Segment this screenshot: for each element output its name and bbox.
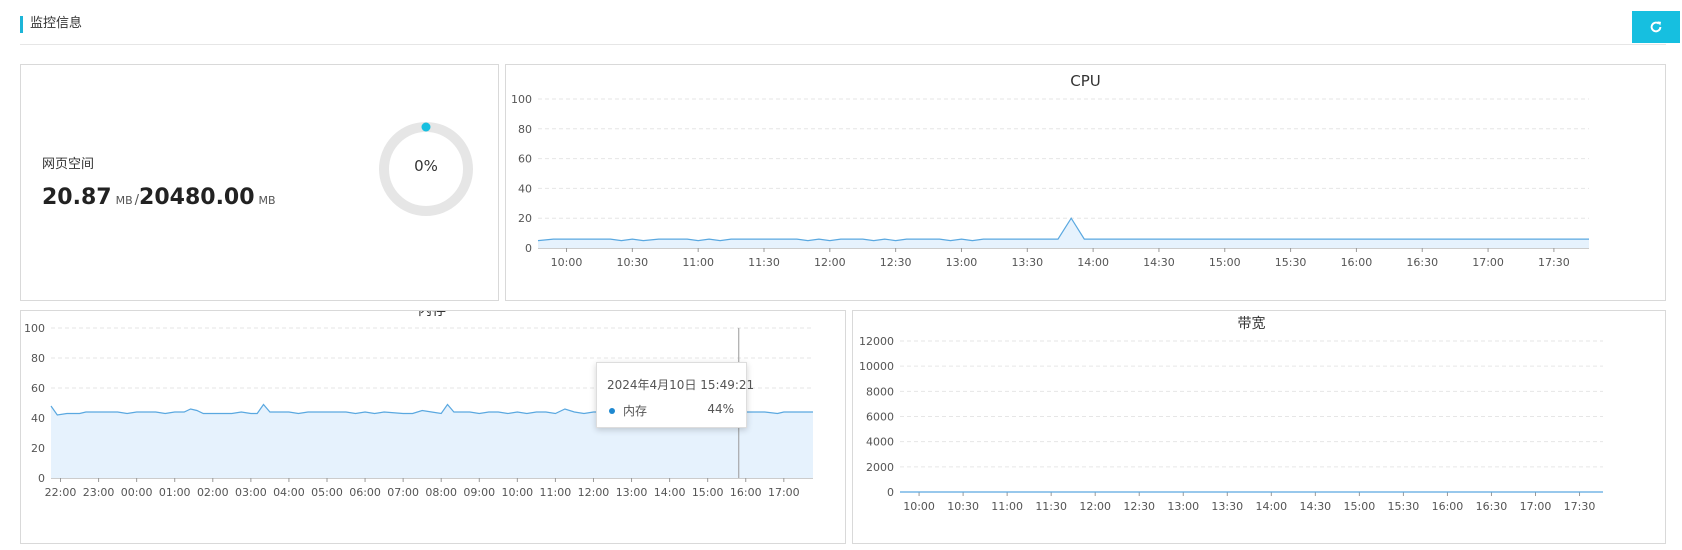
x-tick-label: 12:30 — [1123, 500, 1155, 513]
x-tick-label: 14:00 — [1077, 256, 1109, 269]
section-title: 监控信息 — [30, 16, 83, 31]
x-tick-label: 11:00 — [682, 256, 714, 269]
tooltip-series-name: 内存 — [623, 404, 648, 418]
x-tick-label: 12:00 — [578, 486, 610, 499]
y-tick-label: 40 — [31, 412, 45, 425]
x-tick-label: 17:00 — [1472, 256, 1504, 269]
svg-bw-title: 带宽 — [1238, 315, 1266, 332]
x-tick-label: 13:30 — [1011, 256, 1043, 269]
x-tick-label: 22:00 — [45, 486, 77, 499]
cpu-plot-group: 0 20 40 60 80 100 10:00 10:30 11:00 11:30 12:00 12:… — [511, 93, 1589, 269]
x-tick-label: 12:30 — [880, 256, 912, 269]
bandwidth-chart-panel: 带宽 0 2000 4000 6000 8000 10000 12000 10:00 10:30 1… — [852, 310, 1666, 544]
x-tick-label: 10:00 — [903, 500, 935, 513]
y-tick-label: 60 — [518, 153, 532, 166]
x-tick-label: 16:00 — [1341, 256, 1373, 269]
x-tick-label: 16:30 — [1476, 500, 1508, 513]
header-accent-bar — [20, 16, 23, 33]
x-tick-label: 15:00 — [1344, 500, 1376, 513]
x-tick-label: 01:00 — [159, 486, 191, 499]
x-tick-label: 08:00 — [425, 486, 457, 499]
x-tick-label: 07:00 — [387, 486, 419, 499]
x-tick-label: 17:00 — [768, 486, 800, 499]
x-tick-label: 10:00 — [501, 486, 533, 499]
x-tick-label: 13:30 — [1211, 500, 1243, 513]
tooltip-timestamp: 2024年4月10日 15:49:21 — [607, 378, 755, 392]
tooltip-series-value: 44% — [707, 402, 734, 416]
x-tick-label: 11:30 — [748, 256, 780, 269]
series-area — [538, 218, 1589, 248]
x-tick-label: 17:30 — [1538, 256, 1570, 269]
x-tick-label: 12:00 — [814, 256, 846, 269]
section-header: 监控信息 — [20, 12, 1666, 45]
cpu-chart-panel: CPU 0 20 40 60 80 100 10:00 10:30 11:00 11:30 12:0… — [505, 64, 1666, 301]
y-tick-label: 0 — [887, 486, 894, 499]
x-tick-label: 16:30 — [1406, 256, 1438, 269]
memory-tooltip: 2024年4月10日 15:49:21 内存 44% — [596, 362, 754, 428]
gauge-progress-marker — [421, 122, 431, 132]
x-tick-label: 14:30 — [1143, 256, 1175, 269]
y-tick-label: 4000 — [866, 436, 894, 449]
x-tick-label: 03:00 — [235, 486, 267, 499]
x-tick-label: 15:30 — [1388, 500, 1420, 513]
y-tick-label: 100 — [511, 93, 532, 106]
disk-space-total: 20480.00 — [139, 185, 255, 210]
x-tick-label: 15:00 — [1209, 256, 1241, 269]
x-tick-label: 11:00 — [540, 486, 572, 499]
y-tick-label: 60 — [31, 382, 45, 395]
y-tick-label: 20 — [518, 212, 532, 225]
y-tick-label: 6000 — [866, 411, 894, 424]
x-tick-label: 11:00 — [991, 500, 1023, 513]
cpu-chart: 0 20 40 60 80 100 10:00 10:30 11:00 11:30 12:00 12:… — [511, 93, 1589, 269]
x-tick-label: 15:00 — [692, 486, 724, 499]
x-tick-label: 13:00 — [946, 256, 978, 269]
x-tick-label: 17:00 — [1520, 500, 1552, 513]
disk-space-used: 20.87 — [42, 185, 112, 210]
x-tick-label: 14:00 — [1255, 500, 1287, 513]
bandwidth-chart: 带宽 0 2000 4000 6000 8000 10000 12000 10:00 10:30 1… — [859, 315, 1603, 513]
x-tick-label: 14:00 — [654, 486, 686, 499]
x-tick-label: 02:00 — [197, 486, 229, 499]
x-tick-label: 12:00 — [1079, 500, 1111, 513]
y-tick-label: 40 — [518, 182, 532, 195]
x-tick-label: 13:00 — [616, 486, 648, 499]
svg-mem-title: 内存 — [418, 311, 446, 319]
disk-space-used-unit: MB — [115, 194, 133, 207]
x-tick-label: 14:30 — [1299, 500, 1331, 513]
y-tick-label: 20 — [31, 442, 45, 455]
disk-space-label: 网页空间 — [42, 157, 95, 172]
x-tick-label: 23:00 — [83, 486, 115, 499]
x-tick-label: 15:30 — [1275, 256, 1307, 269]
y-tick-label: 80 — [518, 123, 532, 136]
y-tick-label: 10000 — [859, 360, 894, 373]
y-tick-label: 2000 — [866, 461, 894, 474]
y-tick-label: 12000 — [859, 335, 894, 348]
x-tick-label: 16:00 — [1432, 500, 1464, 513]
x-tick-label: 17:30 — [1564, 500, 1596, 513]
x-tick-label: 09:00 — [463, 486, 495, 499]
disk-space-panel: 网页空间 20.87 MB/20480.00 MB 0% — [20, 64, 499, 301]
x-tick-label: 16:00 — [730, 486, 762, 499]
refresh-icon — [1650, 21, 1662, 33]
tooltip-series-dot — [609, 408, 615, 414]
x-tick-label: 11:30 — [1035, 500, 1067, 513]
y-tick-label: 8000 — [866, 385, 894, 398]
y-tick-label: 80 — [31, 352, 45, 365]
x-tick-label: 00:00 — [121, 486, 153, 499]
y-tick-label: 0 — [525, 242, 532, 255]
disk-space-usage: 20.87 MB/20480.00 MB — [42, 185, 278, 210]
x-tick-label: 04:00 — [273, 486, 305, 499]
x-tick-label: 10:00 — [551, 256, 583, 269]
y-tick-label: 0 — [38, 472, 45, 485]
x-tick-label: 10:30 — [616, 256, 648, 269]
y-tick-label: 100 — [24, 322, 45, 335]
x-tick-label: 10:30 — [947, 500, 979, 513]
refresh-button[interactable] — [1632, 11, 1680, 43]
x-tick-label: 13:00 — [1167, 500, 1199, 513]
disk-space-total-unit: MB — [258, 194, 276, 207]
x-tick-label: 05:00 — [311, 486, 343, 499]
disk-usage-percent: 0% — [414, 157, 438, 175]
x-tick-label: 06:00 — [349, 486, 381, 499]
